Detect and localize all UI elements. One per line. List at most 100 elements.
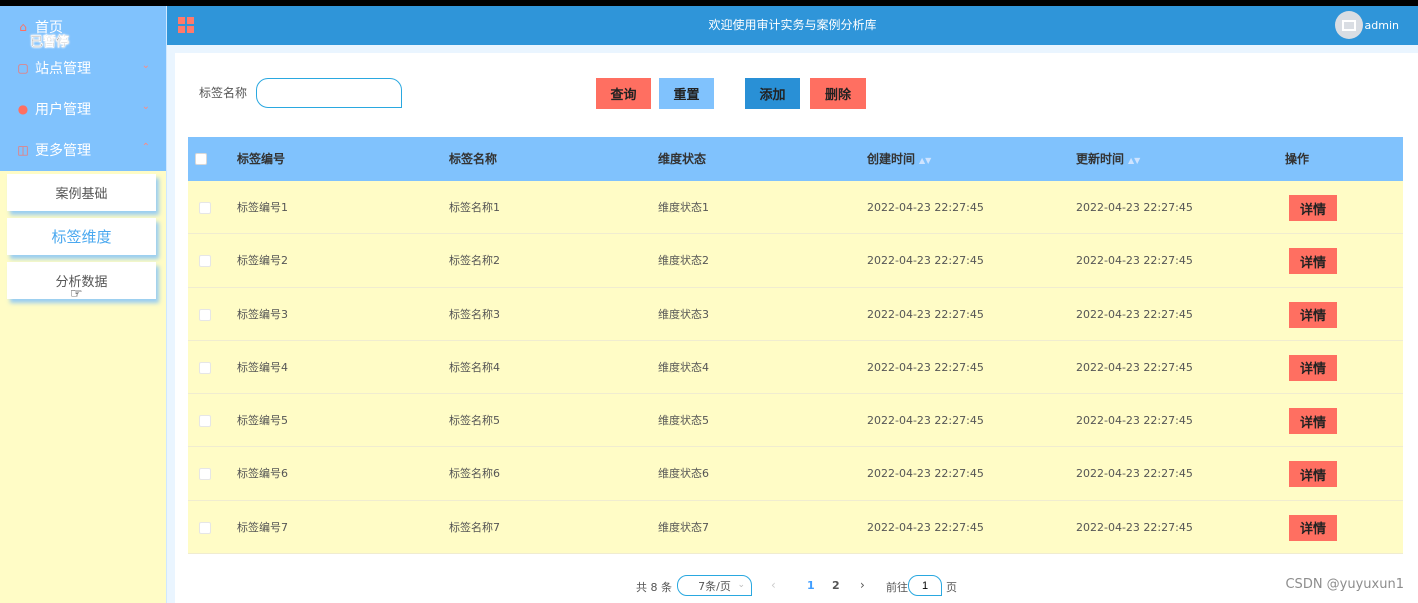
cell-name: 标签名称1: [449, 201, 500, 214]
next-page-icon[interactable]: ›: [860, 578, 865, 592]
page-size-select[interactable]: 7条/页 ⌄: [677, 575, 752, 596]
watermark: CSDN @yuyuxun1: [1285, 577, 1404, 592]
cell-created: 2022-04-23 22:27:45: [867, 467, 984, 481]
chevron-down-icon: ⌄: [141, 101, 150, 112]
detail-button[interactable]: 详情: [1289, 408, 1337, 435]
content-panel: 标签名称 查询 重置 添加 删除 标签编号 标签名称 维度状态 创建时间 ▲▼ 更…: [175, 53, 1418, 603]
cell-updated: 2022-04-23 22:27:45: [1076, 467, 1193, 481]
cell-id: 标签编号1: [237, 201, 288, 214]
column-header-status: 维度状态: [658, 152, 707, 166]
cell-status: 维度状态4: [658, 360, 709, 374]
cell-status: 维度状态7: [658, 520, 709, 534]
page-size-value: 7条/页: [698, 579, 731, 593]
home-icon: ⌂: [19, 19, 27, 34]
avatar[interactable]: [1335, 11, 1363, 39]
sidebar-item-user[interactable]: ● 用户管理 ⌄: [0, 88, 166, 129]
detail-button[interactable]: 详情: [1289, 195, 1337, 221]
chevron-down-icon: ⌄: [737, 580, 745, 590]
cell-created: 2022-04-23 22:27:45: [867, 360, 984, 374]
sidebar-item-site[interactable]: ▢ 站点管理 ⌄: [0, 47, 166, 88]
tag-name-input[interactable]: [256, 78, 402, 108]
detail-button[interactable]: 详情: [1289, 354, 1337, 381]
table-row: 标签编号5 标签名称5 维度状态5 2022-04-23 22:27:45 20…: [188, 394, 1403, 448]
sidebar-item-more[interactable]: ◫ 更多管理 ⌃: [0, 129, 166, 170]
row-checkbox[interactable]: [199, 415, 211, 428]
submenu-item-tag-dimension[interactable]: 标签维度: [7, 218, 156, 255]
select-all-checkbox[interactable]: [195, 153, 207, 165]
sidebar-item-label: 用户管理: [35, 101, 91, 118]
cell-created: 2022-04-23 22:27:45: [867, 520, 984, 534]
row-checkbox[interactable]: [199, 361, 211, 374]
username[interactable]: admin: [1365, 6, 1399, 45]
detail-button[interactable]: 详情: [1289, 301, 1337, 328]
app-title: 欢迎使用审计实务与案例分析库: [708, 18, 877, 32]
chevron-up-icon: ⌃: [141, 142, 150, 153]
pagination: 共 8 条 7条/页 ⌄ ‹ 1 2 › 前往 页: [175, 575, 1418, 597]
cell-created: 2022-04-23 22:27:45: [867, 254, 984, 268]
goto-label: 前往: [886, 581, 908, 594]
cell-created: 2022-04-23 22:27:45: [867, 201, 984, 214]
cell-id: 标签编号7: [237, 520, 288, 534]
pagination-total: 共 8 条: [636, 581, 672, 594]
cell-status: 维度状态3: [658, 307, 709, 321]
cell-name: 标签名称3: [449, 307, 500, 321]
goto-page-input[interactable]: [908, 575, 942, 596]
row-checkbox[interactable]: [199, 202, 211, 214]
cell-name: 标签名称4: [449, 360, 500, 374]
cell-updated: 2022-04-23 22:27:45: [1076, 520, 1193, 534]
column-header-created[interactable]: 创建时间 ▲▼: [867, 137, 931, 181]
table-row: 标签编号4 标签名称4 维度状态4 2022-04-23 22:27:45 20…: [188, 340, 1403, 395]
cell-id: 标签编号4: [237, 360, 288, 374]
cell-status: 维度状态2: [658, 254, 709, 268]
row-checkbox[interactable]: [199, 468, 211, 481]
cell-name: 标签名称7: [449, 520, 500, 534]
query-button[interactable]: 查询: [596, 78, 651, 109]
table-row: 标签编号1 标签名称1 维度状态1 2022-04-23 22:27:45 20…: [188, 181, 1403, 235]
cell-updated: 2022-04-23 22:27:45: [1076, 254, 1193, 268]
detail-button[interactable]: 详情: [1289, 461, 1337, 488]
data-table: 标签编号 标签名称 维度状态 创建时间 ▲▼ 更新时间 ▲▼ 操作 标签编号1 标签…: [188, 137, 1403, 555]
cell-id: 标签编号2: [237, 254, 288, 268]
hand-cursor-icon: ☞: [70, 286, 83, 302]
more-icon: ◫: [17, 142, 29, 157]
page-number[interactable]: 2: [832, 579, 840, 592]
table-row: 标签编号6 标签名称6 维度状态6 2022-04-23 22:27:45 20…: [188, 447, 1403, 501]
row-checkbox[interactable]: [199, 521, 211, 534]
sidebar-item-label: 更多管理: [35, 142, 91, 159]
cell-status: 维度状态6: [658, 467, 709, 481]
cell-name: 标签名称2: [449, 254, 500, 268]
delete-button[interactable]: 删除: [810, 78, 866, 109]
cell-id: 标签编号5: [237, 414, 288, 428]
cell-status: 维度状态1: [658, 201, 709, 214]
sort-icon[interactable]: ▲▼: [1128, 156, 1140, 165]
row-checkbox[interactable]: [199, 255, 211, 268]
reset-button[interactable]: 重置: [659, 78, 714, 109]
column-header-updated[interactable]: 更新时间 ▲▼: [1076, 137, 1140, 181]
sidebar-item-home[interactable]: ⌂ 首页: [0, 6, 166, 47]
detail-button[interactable]: 详情: [1289, 514, 1337, 541]
table-header: 标签编号 标签名称 维度状态 创建时间 ▲▼ 更新时间 ▲▼ 操作: [188, 137, 1403, 181]
sidebar-item-label: 站点管理: [35, 60, 91, 77]
cell-updated: 2022-04-23 22:27:45: [1076, 201, 1193, 214]
cell-updated: 2022-04-23 22:27:45: [1076, 360, 1193, 374]
cell-name: 标签名称5: [449, 414, 500, 428]
goto-unit: 页: [946, 581, 957, 594]
cell-updated: 2022-04-23 22:27:45: [1076, 414, 1193, 428]
prev-page-icon[interactable]: ‹: [771, 578, 776, 592]
submenu-item-case-basics[interactable]: 案例基础: [7, 174, 156, 211]
add-button[interactable]: 添加: [745, 78, 800, 109]
column-header-name: 标签名称: [449, 152, 498, 166]
search-label: 标签名称: [199, 86, 248, 100]
detail-button[interactable]: 详情: [1289, 248, 1337, 275]
table-row: 标签编号2 标签名称2 维度状态2 2022-04-23 22:27:45 20…: [188, 234, 1403, 288]
paused-overlay: 已暂停: [30, 35, 70, 50]
cell-id: 标签编号3: [237, 307, 288, 321]
table-row: 标签编号3 标签名称3 维度状态3 2022-04-23 22:27:45 20…: [188, 287, 1403, 341]
cell-updated: 2022-04-23 22:27:45: [1076, 307, 1193, 321]
sort-icon[interactable]: ▲▼: [919, 156, 931, 165]
site-icon: ▢: [17, 60, 29, 75]
cell-id: 标签编号6: [237, 467, 288, 481]
row-checkbox[interactable]: [199, 308, 211, 321]
page-number[interactable]: 1: [807, 579, 815, 592]
column-header-actions: 操作: [1285, 152, 1310, 166]
